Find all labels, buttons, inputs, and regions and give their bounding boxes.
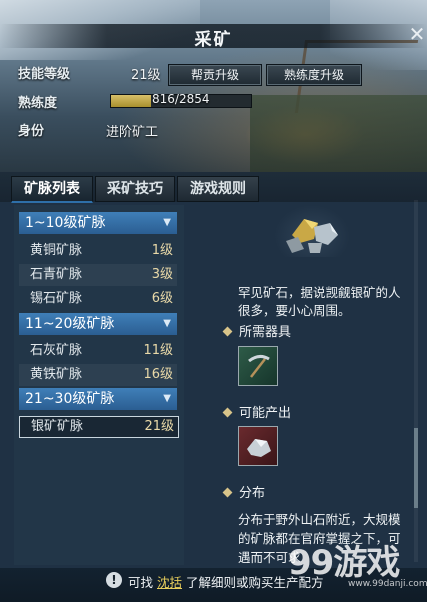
ore-item-icon <box>247 439 271 457</box>
vein-name: 锡石矿脉 <box>30 291 83 306</box>
required-tool-header: 所需器具 <box>222 321 292 340</box>
vein-name: 石青矿脉 <box>30 267 83 282</box>
npc-link[interactable]: 沈括 <box>157 575 182 590</box>
possible-output-title: 可能产出 <box>239 406 292 421</box>
watermark-url: www.99danji.com <box>348 579 427 589</box>
skill-level-label: 技能等级 <box>18 67 71 82</box>
vein-item[interactable]: 黄铁矿脉 16级 <box>19 364 177 386</box>
contribution-upgrade-button[interactable]: 帮贡升级 <box>168 64 262 86</box>
distribution-header: 分布 <box>222 482 266 501</box>
vein-name: 黄铁矿脉 <box>30 367 83 382</box>
group-label: 11~20级矿脉 <box>25 316 115 332</box>
diamond-bullet-icon <box>222 326 233 337</box>
exclamation-icon: ! <box>106 572 122 588</box>
close-icon[interactable]: ✕ <box>408 24 426 44</box>
trees <box>250 95 427 180</box>
proficiency-text: 816/2854 <box>152 92 210 106</box>
vein-item[interactable]: 石灰矿脉 11级 <box>19 340 177 362</box>
diamond-bullet-icon <box>222 407 233 418</box>
skill-level-value: 21级 <box>131 68 161 83</box>
vein-level: 11级 <box>143 343 173 358</box>
tab-mining-tips[interactable]: 采矿技巧 <box>95 176 175 202</box>
tab-vein-list[interactable]: 矿脉列表 <box>11 176 93 203</box>
group-level-11-20[interactable]: 11~20级矿脉 ▼ <box>19 313 177 335</box>
vein-item[interactable]: 石青矿脉 3级 <box>19 264 177 286</box>
window-title: 采矿 <box>194 30 233 50</box>
vein-level: 1级 <box>151 243 173 258</box>
identity-value: 进阶矿工 <box>106 125 159 140</box>
vein-level: 21级 <box>144 419 174 434</box>
proficiency-bar-fill <box>111 95 152 107</box>
distribution-title: 分布 <box>239 486 266 501</box>
vein-level: 3级 <box>151 267 173 282</box>
possible-output-header: 可能产出 <box>222 402 292 421</box>
proficiency-upgrade-button[interactable]: 熟练度升级 <box>266 64 362 86</box>
silver-ore-icon <box>274 205 350 257</box>
vein-item[interactable]: 锡石矿脉 6级 <box>19 288 177 310</box>
ore-description: 罕见矿石，据说觊觎银矿的人很多，要小心周围。 <box>238 285 401 318</box>
pickaxe-icon <box>248 354 270 378</box>
group-level-1-10[interactable]: 1~10级矿脉 ▼ <box>19 212 177 234</box>
identity-label: 身份 <box>18 124 45 139</box>
vein-name: 银矿矿脉 <box>31 419 84 434</box>
vein-item-selected[interactable]: 银矿矿脉 21级 <box>19 416 179 438</box>
vein-level: 16级 <box>143 367 173 382</box>
proficiency-label: 熟练度 <box>18 96 58 111</box>
group-label: 1~10级矿脉 <box>25 215 106 231</box>
vein-level: 6级 <box>151 291 173 306</box>
chevron-down-icon: ▼ <box>163 318 171 329</box>
detail-scroll-thumb[interactable] <box>414 428 418 508</box>
group-label: 21~30级矿脉 <box>25 391 115 407</box>
required-tool-title: 所需器具 <box>239 325 292 340</box>
site-watermark: 99游戏 www.99danji.com <box>286 535 427 595</box>
diamond-bullet-icon <box>222 487 233 498</box>
vein-item[interactable]: 黄铜矿脉 1级 <box>19 240 177 262</box>
group-level-21-30[interactable]: 21~30级矿脉 ▼ <box>19 388 177 410</box>
pickaxe-item-slot[interactable] <box>238 346 278 386</box>
silver-ore-item-slot[interactable] <box>238 426 278 466</box>
tab-game-rules[interactable]: 游戏规则 <box>177 176 259 202</box>
chevron-down-icon: ▼ <box>163 217 171 228</box>
hint-prefix: 可找 <box>128 575 154 590</box>
watermark-text: 99游戏 <box>288 543 400 583</box>
vein-name: 黄铜矿脉 <box>30 243 83 258</box>
chevron-down-icon: ▼ <box>163 393 171 404</box>
vein-name: 石灰矿脉 <box>30 343 83 358</box>
